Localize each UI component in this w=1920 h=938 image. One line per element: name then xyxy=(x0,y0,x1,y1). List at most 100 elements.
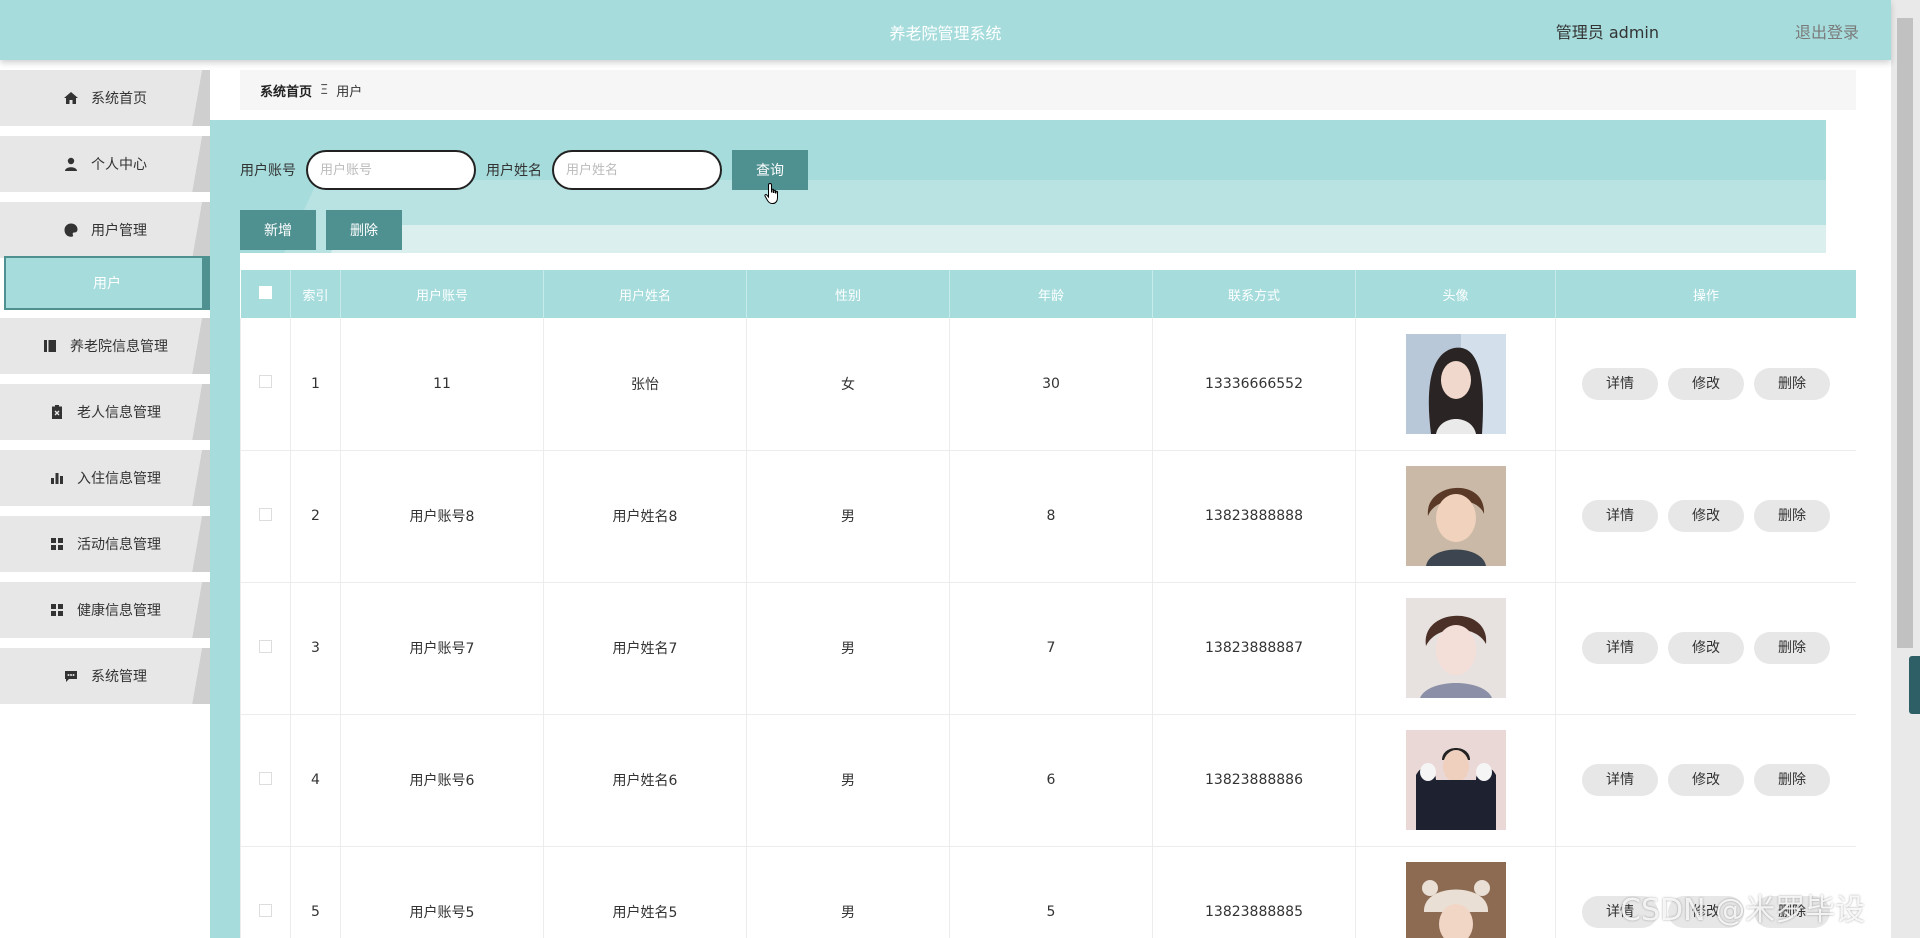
cell-index: 2 xyxy=(290,450,341,583)
cell-actions: 详情 修改 删除 xyxy=(1555,318,1856,451)
detail-button[interactable]: 详情 xyxy=(1582,764,1658,796)
sidebar-item-label: 系统首页 xyxy=(91,91,147,107)
sidebar-subitem-user[interactable]: 用户 xyxy=(4,256,210,310)
cell-avatar xyxy=(1355,318,1556,451)
cell-avatar xyxy=(1355,846,1556,938)
cell-index: 5 xyxy=(290,846,341,938)
edit-button[interactable]: 修改 xyxy=(1668,764,1744,796)
delete-button[interactable]: 删除 xyxy=(1754,367,1830,400)
edit-button[interactable]: 修改 xyxy=(1668,632,1744,664)
sidebar-item-label: 个人中心 xyxy=(91,157,147,173)
edit-button[interactable]: 修改 xyxy=(1668,367,1744,400)
cell-account: 11 xyxy=(340,318,544,451)
sidebar-item-system-management[interactable]: 系统管理 xyxy=(0,648,210,704)
delete-button[interactable]: 删除 xyxy=(1754,632,1830,664)
table-row: 1 11 张怡 女 30 13336666552 详情 修改 删除 xyxy=(240,318,1856,451)
name-label: 用户姓名 xyxy=(486,163,542,179)
person-icon xyxy=(65,157,77,171)
row-checkbox[interactable] xyxy=(259,507,272,521)
batch-delete-button[interactable]: 删除 xyxy=(326,210,402,250)
cell-avatar xyxy=(1355,450,1556,583)
cell-actions: 详情 修改 删除 xyxy=(1555,714,1856,847)
table-row: 2 用户账号8 用户姓名8 男 8 13823888888 详情 修改 删除 xyxy=(240,450,1856,583)
cell-name: 用户姓名5 xyxy=(543,846,747,938)
cell-account: 用户账号6 xyxy=(340,714,544,847)
user-table: 索引 用户账号 用户姓名 性别 年龄 联系方式 头像 操作 1 11 张怡 女 … xyxy=(240,270,1856,938)
cell-age: 7 xyxy=(949,582,1153,715)
sidebar-item-activity-info[interactable]: 活动信息管理 xyxy=(0,516,210,572)
column-header: 性别 xyxy=(746,270,950,318)
cell-age: 6 xyxy=(949,714,1153,847)
sidebar-item-user-management[interactable]: 用户管理 xyxy=(0,202,210,258)
column-header: 用户姓名 xyxy=(543,270,747,318)
account-search-input[interactable] xyxy=(306,150,476,190)
cell-phone: 13823888887 xyxy=(1152,582,1356,715)
sidebar-item-label: 健康信息管理 xyxy=(77,603,161,619)
select-all-cell xyxy=(240,270,291,318)
breadcrumb-home[interactable]: 系统首页 xyxy=(260,81,312,100)
sidebar-item-home[interactable]: 系统首页 xyxy=(0,70,210,126)
row-checkbox[interactable] xyxy=(259,771,272,785)
cell-actions: 详情 修改 删除 xyxy=(1555,582,1856,715)
cell-age: 8 xyxy=(949,450,1153,583)
cell-index: 4 xyxy=(290,714,341,847)
cell-gender: 男 xyxy=(746,450,950,583)
cell-age: 30 xyxy=(949,318,1153,451)
logout-link[interactable]: 退出登录 xyxy=(1795,19,1859,43)
breadcrumb: 系统首页 Ξ 用户 xyxy=(240,70,1856,110)
cell-name: 用户姓名6 xyxy=(543,714,747,847)
cell-name: 用户姓名8 xyxy=(543,450,747,583)
avatar xyxy=(1405,598,1506,698)
cell-index: 1 xyxy=(290,318,341,451)
sidebar-item-elder-info[interactable]: 老人信息管理 xyxy=(0,384,210,440)
select-all-checkbox[interactable] xyxy=(258,285,272,299)
cell-avatar xyxy=(1355,582,1556,715)
avatar xyxy=(1405,730,1506,830)
delete-button[interactable]: 删除 xyxy=(1754,764,1830,796)
side-float-tab[interactable] xyxy=(1909,656,1920,714)
cell-account: 用户账号7 xyxy=(340,582,544,715)
scrollbar-thumb[interactable] xyxy=(1897,18,1913,648)
cell-gender: 男 xyxy=(746,846,950,938)
table-row: 3 用户账号7 用户姓名7 男 7 13823888887 详情 修改 删除 xyxy=(240,582,1856,715)
sidebar-item-checkin-info[interactable]: 入住信息管理 xyxy=(0,450,210,506)
current-user: 管理员 admin xyxy=(1555,23,1659,42)
cell-account: 用户账号5 xyxy=(340,846,544,938)
row-checkbox[interactable] xyxy=(259,639,272,653)
cell-name: 张怡 xyxy=(543,318,747,451)
sidebar-item-nursing-home-info[interactable]: 养老院信息管理 xyxy=(0,318,210,374)
page-scrollbar[interactable] xyxy=(1891,0,1920,938)
table-header: 索引 用户账号 用户姓名 性别 年龄 联系方式 头像 操作 xyxy=(240,270,1856,318)
table-row: 5 用户账号5 用户姓名5 男 5 13823888885 详情 修改 删除 xyxy=(240,846,1856,938)
cell-index: 3 xyxy=(290,582,341,715)
detail-button[interactable]: 详情 xyxy=(1582,367,1658,400)
avatar xyxy=(1405,333,1506,434)
detail-button[interactable]: 详情 xyxy=(1582,500,1658,532)
name-search-input[interactable] xyxy=(552,150,722,190)
sidebar-item-label: 用户管理 xyxy=(91,223,147,239)
delete-button[interactable]: 删除 xyxy=(1754,500,1830,532)
watermark: CSDN @米罗毕设 xyxy=(1620,893,1866,928)
action-bar: 新增 删除 xyxy=(240,210,402,250)
detail-button[interactable]: 详情 xyxy=(1582,632,1658,664)
clipboard-icon xyxy=(52,405,62,419)
search-form: 用户账号 用户姓名 查询 xyxy=(240,150,808,190)
row-checkbox[interactable] xyxy=(259,375,272,389)
column-header: 年龄 xyxy=(949,270,1153,318)
palette-icon xyxy=(64,223,78,237)
cell-actions: 详情 修改 删除 xyxy=(1555,450,1856,583)
column-header: 头像 xyxy=(1355,270,1556,318)
bar-chart-icon xyxy=(51,473,63,484)
cell-phone: 13823888886 xyxy=(1152,714,1356,847)
add-button[interactable]: 新增 xyxy=(240,210,316,250)
cell-phone: 13823888885 xyxy=(1152,846,1356,938)
edit-button[interactable]: 修改 xyxy=(1668,500,1744,532)
sidebar-item-health-info[interactable]: 健康信息管理 xyxy=(0,582,210,638)
sidebar-item-personal-center[interactable]: 个人中心 xyxy=(0,136,210,192)
avatar xyxy=(1405,862,1506,938)
table-row: 4 用户账号6 用户姓名6 男 6 13823888886 详情 修改 删除 xyxy=(240,714,1856,847)
row-checkbox[interactable] xyxy=(259,903,272,917)
grid-icon xyxy=(51,538,63,550)
sidebar-item-label: 养老院信息管理 xyxy=(70,339,168,355)
cell-phone: 13823888888 xyxy=(1152,450,1356,583)
